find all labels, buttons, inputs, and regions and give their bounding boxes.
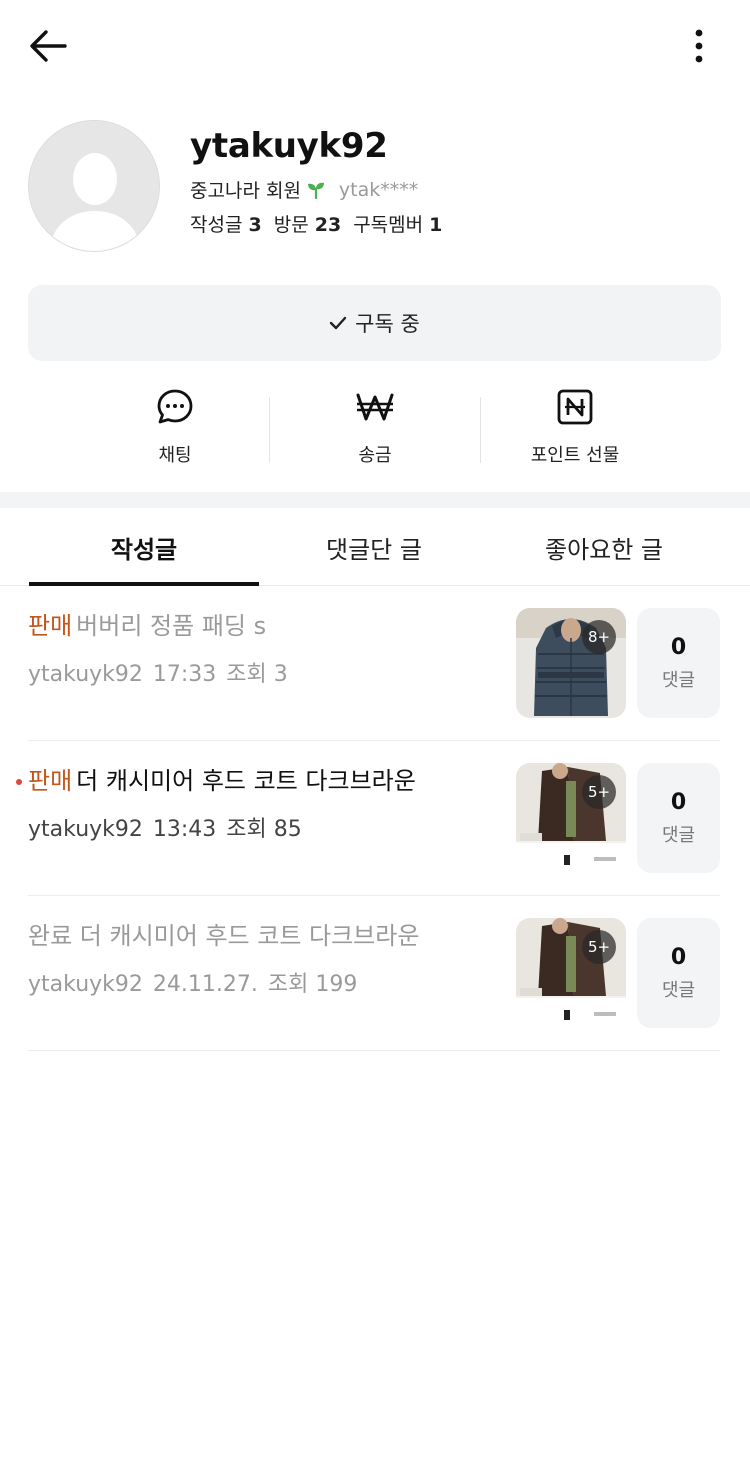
post-title: 버버리 정품 패딩 s	[76, 612, 267, 640]
post-author: ytakuyk92	[28, 662, 143, 687]
tab-bar: 작성글 댓글단 글 좋아요한 글	[0, 508, 750, 586]
chat-button[interactable]: 채팅	[70, 387, 280, 467]
sprout-icon	[307, 181, 325, 199]
post-thumbnail[interactable]: 8+	[516, 608, 626, 718]
sale-tag: 판매	[28, 767, 73, 795]
post-meta: ytakuyk92 24.11.27. 조회 199	[28, 966, 367, 998]
post-views: 조회 3	[226, 662, 288, 687]
arrow-left-icon	[29, 29, 67, 67]
stat-posts-value: 3	[248, 214, 262, 236]
member-grade: 중고나라 회원	[190, 180, 301, 202]
comment-label: 댓글	[661, 824, 696, 846]
post-time: 13:43	[152, 817, 217, 842]
subscribe-button[interactable]: 구독 중	[28, 285, 721, 361]
post-title-row[interactable]: 완료 더 캐시미어 후드 코트 다크브라운	[28, 916, 419, 951]
profile-stats: 작성글 3 방문 23 구독멤버 1	[190, 210, 454, 237]
stat-subscribers-label: 구독멤버	[353, 214, 424, 236]
post-views: 조회 85	[226, 817, 302, 842]
more-options-button[interactable]	[676, 24, 722, 72]
stat-posts-label: 작성글	[190, 214, 243, 236]
sale-tag: 판매	[28, 612, 73, 640]
won-icon	[356, 387, 394, 427]
nickname: ytakuyk92	[190, 126, 388, 166]
post-title-row[interactable]: 판매 더 캐시미어 후드 코트 다크브라운	[28, 761, 416, 796]
comment-count: 0	[670, 789, 687, 815]
naver-point-icon	[557, 387, 593, 427]
comment-count-button[interactable]: 0 댓글	[637, 763, 720, 873]
post-views: 조회 199	[267, 972, 358, 997]
back-button[interactable]	[22, 24, 74, 72]
comment-count-button[interactable]: 0 댓글	[637, 918, 720, 1028]
post-title: 완료 더 캐시미어 후드 코트 다크브라운	[28, 922, 420, 950]
photo-count-badge: 5+	[582, 775, 616, 809]
subscribe-label: 구독 중	[355, 312, 420, 336]
post-time: 24.11.27.	[152, 972, 258, 997]
check-icon	[329, 315, 347, 331]
avatar[interactable]	[28, 120, 160, 252]
stat-subscribers: 구독멤버 1	[353, 210, 442, 237]
profile-header: ytakuyk92 중고나라 회원 ytak**** 작성글 3 방문 23 구…	[28, 120, 728, 252]
tab-commented-posts[interactable]: 댓글단 글	[259, 508, 489, 586]
photo-count-badge: 5+	[582, 930, 616, 964]
post-meta: ytakuyk92 13:43 조회 85	[28, 811, 312, 843]
post-meta: ytakuyk92 17:33 조회 3	[28, 656, 298, 688]
top-bar	[0, 0, 750, 96]
post-time: 17:33	[152, 662, 217, 687]
post-author: ytakuyk92	[28, 817, 143, 842]
stat-visits-label: 방문	[273, 214, 309, 236]
point-gift-label: 포인트 선물	[530, 445, 620, 466]
post-author: ytakuyk92	[28, 972, 143, 997]
divider	[480, 397, 481, 463]
post-thumbnail[interactable]: 5+	[516, 763, 626, 873]
post-item[interactable]: 판매 버버리 정품 패딩 s ytakuyk92 17:33 조회 3 8+ 0 댓글	[28, 586, 720, 741]
post-title-row[interactable]: 판매 버버리 정품 패딩 s	[28, 606, 266, 641]
post-title: 더 캐시미어 후드 코트 다크브라운	[76, 767, 416, 795]
user-id: ytak****	[338, 178, 419, 201]
section-divider	[0, 492, 750, 508]
more-vertical-icon	[694, 28, 704, 68]
transfer-label: 송금	[358, 445, 392, 466]
post-thumbnail[interactable]: 5+	[516, 918, 626, 1028]
grade-row: 중고나라 회원 ytak****	[190, 176, 418, 203]
post-item[interactable]: 완료 더 캐시미어 후드 코트 다크브라운 ytakuyk92 24.11.27.…	[28, 896, 720, 1051]
new-post-dot	[16, 779, 22, 785]
comment-label: 댓글	[661, 669, 696, 691]
photo-count-badge: 8+	[582, 620, 616, 654]
stat-posts: 작성글 3	[190, 210, 262, 237]
stat-visits: 방문 23	[274, 210, 341, 237]
post-item[interactable]: 판매 더 캐시미어 후드 코트 다크브라운 ytakuyk92 13:43 조회 85…	[16, 741, 720, 896]
action-row: 채팅 송금 포인트 선물	[70, 387, 680, 467]
stat-visits-value: 23	[314, 214, 342, 236]
chat-label: 채팅	[158, 445, 192, 466]
comment-count: 0	[670, 944, 687, 970]
comment-label: 댓글	[661, 979, 696, 1001]
transfer-button[interactable]: 송금	[270, 387, 480, 467]
tab-my-posts[interactable]: 작성글	[29, 508, 259, 586]
point-gift-button[interactable]: 포인트 선물	[470, 387, 680, 467]
default-person-icon	[29, 121, 159, 251]
chat-bubble-icon	[156, 387, 194, 427]
divider	[269, 397, 270, 463]
stat-subscribers-value: 1	[429, 214, 443, 236]
tab-liked-posts[interactable]: 좋아요한 글	[489, 508, 719, 586]
comment-count: 0	[670, 634, 687, 660]
comment-count-button[interactable]: 0 댓글	[637, 608, 720, 718]
